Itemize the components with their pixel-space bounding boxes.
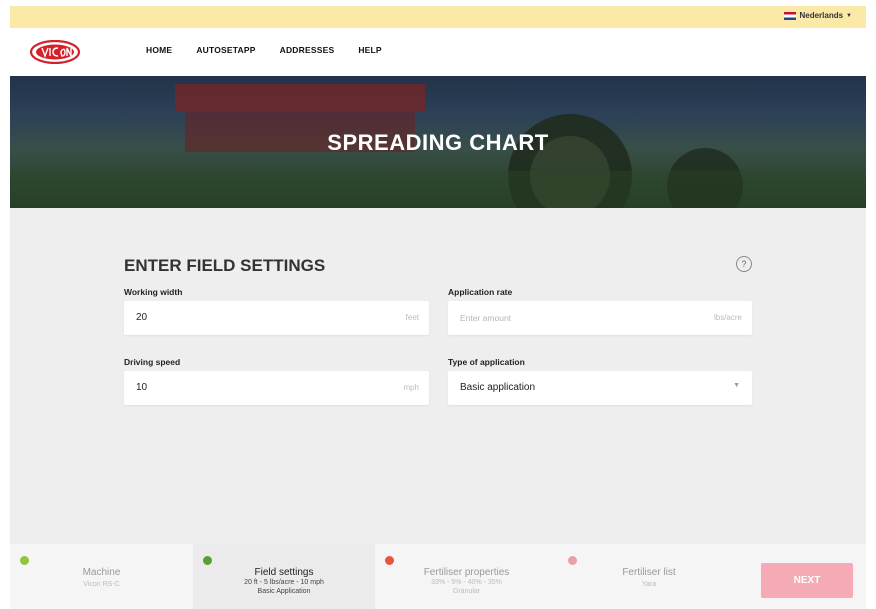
nav-help[interactable]: HELP xyxy=(358,45,381,55)
step-subtitle: 20 ft - 5 lbs/acre - 10 mph xyxy=(244,579,324,586)
type-of-application-value: Basic application xyxy=(460,382,536,393)
section-title: ENTER FIELD SETTINGS xyxy=(124,256,326,275)
netherlands-flag-icon xyxy=(784,11,797,20)
step-current-icon xyxy=(203,556,212,565)
step-subtitle: 33% - 5% - 40% - 35% xyxy=(431,579,502,586)
step-fertiliser-properties[interactable]: Fertiliser properties 33% - 5% - 40% - 3… xyxy=(375,544,558,609)
step-incomplete-icon xyxy=(568,556,577,565)
next-button[interactable]: NEXT xyxy=(761,563,853,598)
nav-addresses[interactable]: ADDRESSES xyxy=(280,45,335,55)
step-title: Machine xyxy=(82,567,121,578)
application-rate-label: Application rate xyxy=(448,287,513,297)
nav-autosetapp[interactable]: AUTOSETAPP xyxy=(196,45,255,55)
step-wizard: Machine Vicon RS-C Field settings 20 ft … xyxy=(10,544,866,609)
top-bar: Nederlands ▼ xyxy=(10,6,866,28)
step-title: Fertiliser properties xyxy=(423,567,510,578)
vicon-logo[interactable] xyxy=(30,40,80,64)
type-of-application-select[interactable]: Basic application ▼ xyxy=(448,371,752,405)
help-icon[interactable]: ? xyxy=(736,256,752,272)
page-title: SPREADING CHART xyxy=(327,130,549,155)
chevron-down-icon: ▼ xyxy=(733,382,740,389)
step-incomplete-icon xyxy=(385,556,394,565)
driving-speed-input[interactable]: 10 mph xyxy=(124,371,429,405)
working-width-label: Working width xyxy=(124,287,183,297)
field-settings-panel: ENTER FIELD SETTINGS ? Working width 20 … xyxy=(10,208,866,544)
language-label: Nederlands xyxy=(799,11,844,20)
chevron-down-icon: ▼ xyxy=(846,12,852,19)
step-subtitle: Basic Application xyxy=(257,588,311,595)
step-subtitle: Yara xyxy=(641,581,657,588)
type-of-application-label: Type of application xyxy=(448,357,525,367)
step-field-settings[interactable]: Field settings 20 ft - 5 lbs/acre - 10 m… xyxy=(193,544,375,609)
application-rate-unit: lbs/acre xyxy=(713,313,742,322)
step-title: Field settings xyxy=(254,567,314,578)
step-subtitle: Granular xyxy=(452,588,481,595)
main-navigation: HOME AUTOSETAPP ADDRESSES HELP xyxy=(10,28,866,76)
working-width-input[interactable]: 20 feet xyxy=(124,301,429,335)
step-title: Fertiliser list xyxy=(622,567,676,578)
driving-speed-unit: mph xyxy=(403,383,419,392)
step-machine[interactable]: Machine Vicon RS-C xyxy=(10,544,193,609)
application-rate-input[interactable]: Enter amount lbs/acre xyxy=(448,301,752,335)
hero-banner: SPREADING CHART xyxy=(10,76,866,208)
driving-speed-label: Driving speed xyxy=(124,357,181,367)
working-width-value: 20 xyxy=(136,312,148,323)
driving-speed-value: 10 xyxy=(136,382,148,393)
nav-home[interactable]: HOME xyxy=(146,45,172,55)
step-fertiliser-list[interactable]: Fertiliser list Yara xyxy=(558,544,740,609)
application-rate-placeholder: Enter amount xyxy=(460,313,512,323)
step-complete-icon xyxy=(20,556,29,565)
language-selector[interactable]: Nederlands ▼ xyxy=(784,11,852,20)
step-subtitle: Vicon RS-C xyxy=(83,581,120,588)
working-width-unit: feet xyxy=(405,313,419,322)
